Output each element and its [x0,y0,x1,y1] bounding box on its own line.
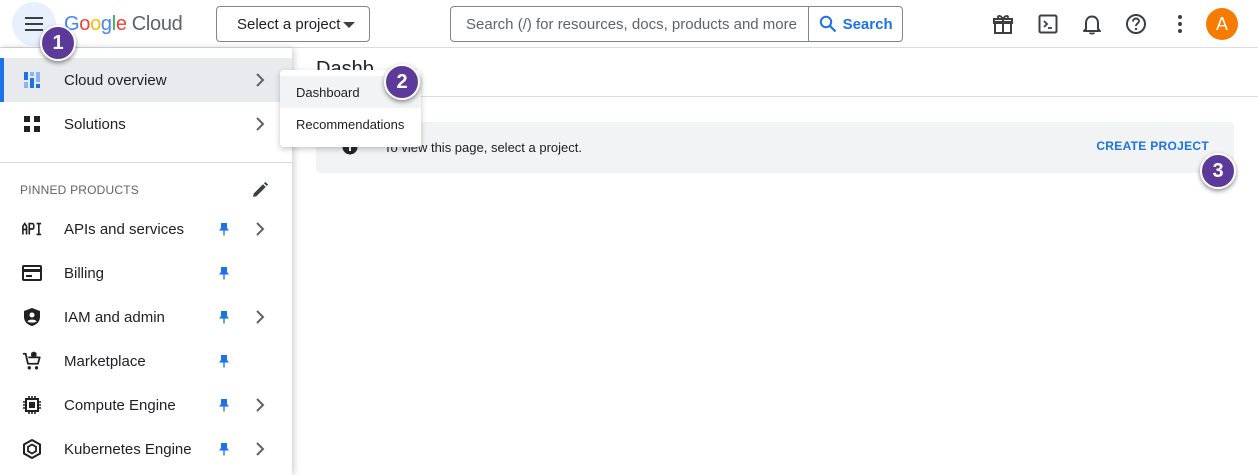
create-project-button[interactable]: CREATE PROJECT [1096,139,1209,153]
search-button-label: Search [842,15,893,33]
pin-icon[interactable] [216,265,232,281]
caret-down-icon [343,22,355,28]
sidebar-item-label: Marketplace [64,352,146,370]
chevron-right-icon [252,72,268,88]
chip-icon [22,395,42,415]
sidebar-divider [0,162,292,163]
step-badge-1: 1 [40,25,76,61]
account-avatar[interactable]: A [1206,8,1238,40]
billing-icon [22,263,42,283]
search-bar: Search [450,6,903,42]
chevron-right-icon [252,441,268,457]
search-button[interactable]: Search [808,7,902,41]
top-bar: Google Cloud Select a project Search (/)… [0,0,1258,48]
more-vert-icon [1178,15,1182,33]
step-badge-3: 3 [1200,153,1236,189]
hexagon-icon [22,439,42,459]
pinned-products-heading: PINNED PRODUCTS [20,183,140,197]
logo-letter: g [100,12,112,35]
pin-icon[interactable] [216,353,232,369]
search-icon [819,15,836,33]
grid-icon [22,114,42,134]
sidebar-item-billing[interactable]: Billing [0,251,292,295]
gift-icon [993,15,1013,34]
cart-icon [22,351,42,371]
help-icon [1126,14,1146,34]
pin-icon[interactable] [216,397,232,413]
project-selector-label: Select a project [237,15,341,33]
sidebar-item-label: Compute Engine [64,396,176,414]
edit-pinned-button[interactable] [250,180,270,200]
terminal-icon [1038,14,1058,34]
logo-letter: o [90,12,101,35]
chevron-right-icon [252,221,268,237]
sidebar-item-label: IAM and admin [64,308,165,326]
more-options-button[interactable] [1164,8,1196,40]
sidebar-item-label: Billing [64,264,105,282]
bell-icon [1083,15,1101,35]
sidebar-item-label: APIs and services [64,220,185,238]
api-icon [22,219,42,239]
sidebar-item-kubernetes-engine[interactable]: Kubernetes Engine [0,427,292,471]
logo-google-text: Google [64,13,127,36]
sidebar-item-marketplace[interactable]: Marketplace [0,339,292,383]
sidebar-item-label: Cloud overview [64,71,167,89]
sidebar-item-compute-engine[interactable]: Compute Engine [0,383,292,427]
header-divider [292,96,1258,97]
submenu-item-recommendations[interactable]: Recommendations [280,108,421,140]
sidebar-item-apis-and-services[interactable]: APIs and services [0,207,292,251]
step-badge-2: 2 [384,64,420,100]
pin-icon[interactable] [216,309,232,325]
hamburger-icon [25,17,43,31]
gift-button[interactable] [987,8,1019,40]
sidebar-item-cloud-overview[interactable]: Cloud overview [0,58,292,102]
logo-letter: e [115,12,127,35]
project-selector[interactable]: Select a project [216,6,370,42]
help-button[interactable] [1120,8,1152,40]
chevron-right-icon [252,309,268,325]
google-cloud-logo[interactable]: Google Cloud [64,10,183,38]
shield-icon [22,307,42,327]
dashboard-icon [22,70,42,90]
chevron-right-icon [252,116,268,132]
sidebar-item-label: Kubernetes Engine [64,440,192,458]
sidebar-item-solutions[interactable]: Solutions [0,102,292,146]
select-project-banner: To view this page, select a project. CRE… [316,122,1234,173]
notifications-button[interactable] [1076,8,1108,40]
sidebar-item-label: Solutions [64,115,126,133]
navigation-sidebar: Cloud overview Solutions PINNED PRODUCTS [0,48,292,475]
sidebar-item-iam-and-admin[interactable]: IAM and admin [0,295,292,339]
logo-letter: o [79,12,91,35]
search-input[interactable] [451,7,809,41]
chevron-right-icon [252,397,268,413]
pin-icon[interactable] [216,441,232,457]
cloud-shell-button[interactable] [1032,8,1064,40]
pin-icon[interactable] [216,221,232,237]
pencil-icon [253,181,269,197]
logo-cloud-text: Cloud [131,12,183,35]
